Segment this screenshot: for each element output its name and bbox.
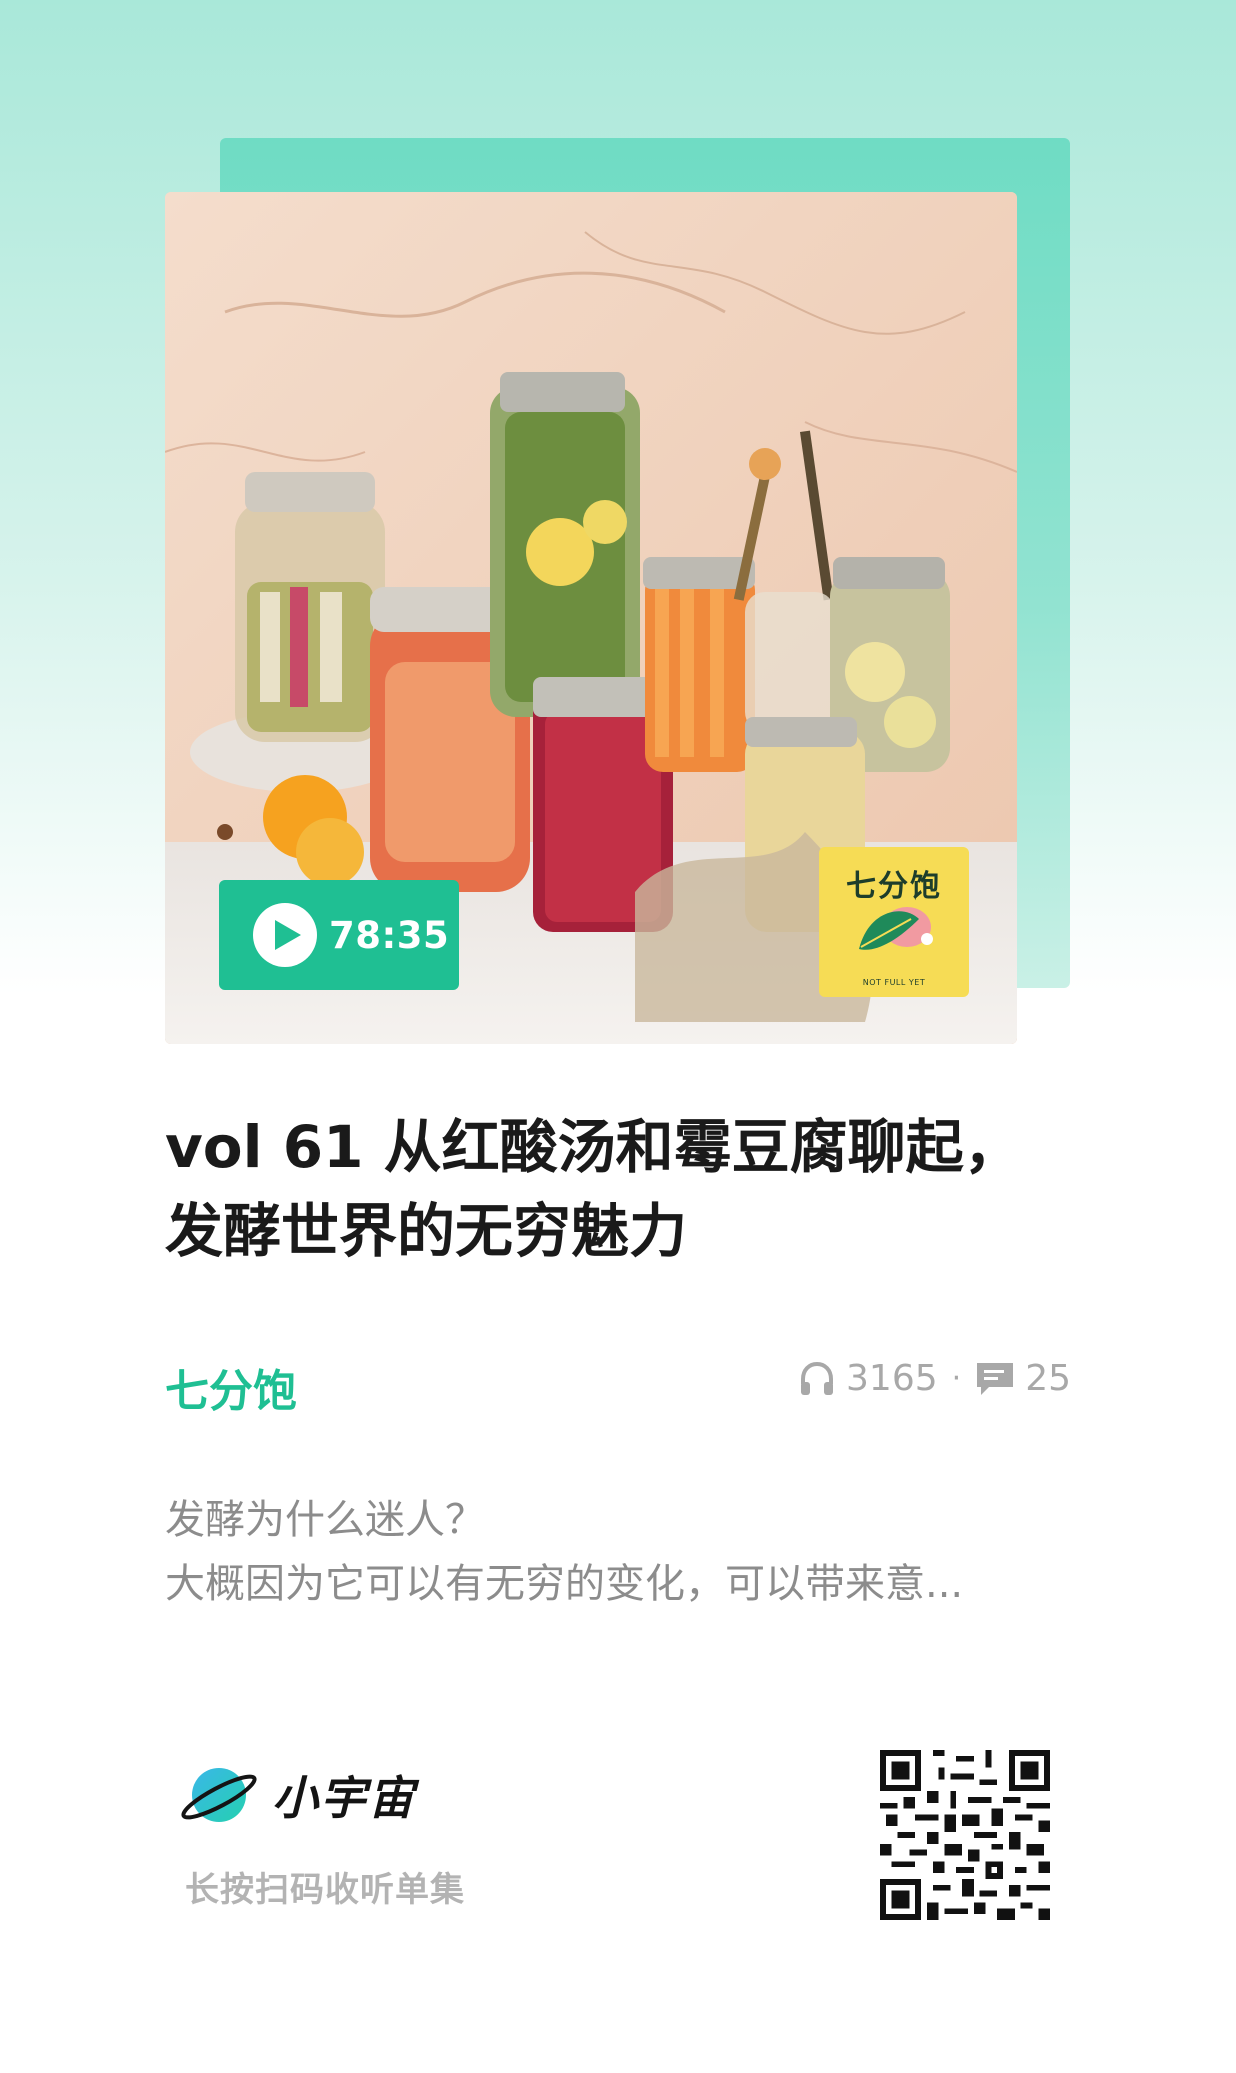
play-button[interactable]: 78:35 bbox=[219, 880, 459, 990]
episode-description: 发酵为什么迷人？ 大概因为它可以有无穷的变化，可以带来意... bbox=[165, 1488, 1075, 1616]
episode-cover-image: 78:35 七分饱 NOT FULL YET bbox=[165, 192, 1017, 1044]
play-icon bbox=[253, 903, 317, 967]
leaf-icon bbox=[859, 907, 933, 950]
stats-separator: · bbox=[951, 1361, 962, 1396]
description-line-2: 大概因为它可以有无穷的变化，可以带来意... bbox=[165, 1561, 964, 1607]
sticker-subtitle: NOT FULL YET bbox=[862, 978, 926, 987]
play-count: 3165 bbox=[846, 1358, 938, 1399]
qr-code[interactable] bbox=[880, 1750, 1050, 1920]
planet-icon bbox=[181, 1768, 257, 1822]
episode-title: vol 61 从红酸汤和霉豆腐聊起，发酵世界的无穷魅力 bbox=[165, 1113, 1022, 1265]
headphones-icon bbox=[798, 1360, 836, 1398]
comment-count: 25 bbox=[1025, 1358, 1071, 1399]
podcast-logo-sticker: 七分饱 NOT FULL YET bbox=[819, 847, 969, 997]
episode-duration: 78:35 bbox=[329, 913, 450, 957]
app-logo: 小宇宙 bbox=[178, 1760, 416, 1830]
episode-stats: 3165 · 25 bbox=[798, 1358, 1071, 1399]
scan-hint: 长按扫码收听单集 bbox=[185, 1870, 465, 1910]
app-name: 小宇宙 bbox=[272, 1771, 416, 1825]
podcast-name-link[interactable]: 七分饱 bbox=[165, 1355, 297, 1419]
comment-icon bbox=[975, 1361, 1015, 1397]
description-line-1: 发酵为什么迷人？ bbox=[165, 1497, 485, 1543]
